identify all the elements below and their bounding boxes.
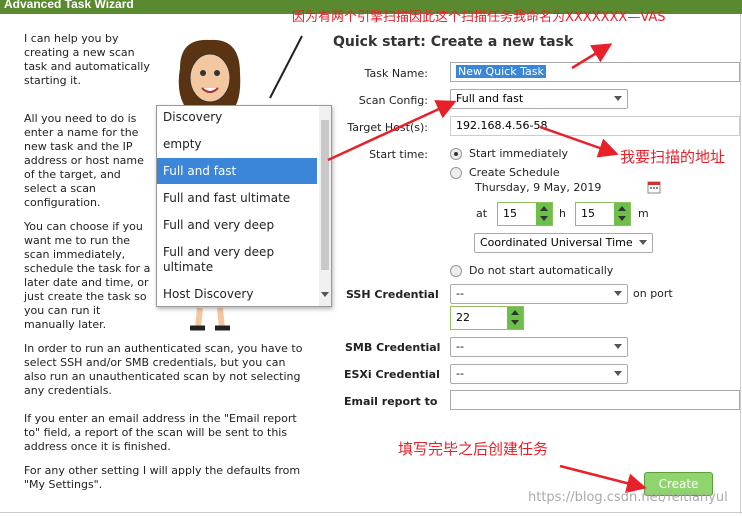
dropdown-option[interactable]: Host Discovery: [157, 287, 317, 302]
create-schedule-radio[interactable]: [450, 167, 462, 179]
timezone-value: Coordinated Universal Time: [480, 236, 633, 249]
ssh-credential-select[interactable]: --: [450, 284, 628, 304]
dropdown-option-selected[interactable]: Full and fast: [157, 158, 317, 184]
esxi-credential-select[interactable]: --: [450, 364, 628, 384]
minute-value: 15: [581, 207, 595, 220]
ssh-credential-label: SSH Credential: [346, 288, 439, 301]
schedule-date: Thursday, 9 May, 2019: [475, 181, 602, 194]
target-hosts-input[interactable]: 192.168.4.56-58: [450, 116, 740, 136]
window-title: Advanced Task Wizard: [4, 0, 134, 11]
annotation-top: 因为有两个引擎扫描因此这个扫描任务我命名为XXXXXXX—VAS: [292, 10, 666, 25]
scan-config-value: Full and fast: [456, 92, 524, 105]
task-name-label: Task Name:: [364, 67, 428, 80]
email-report-input[interactable]: [450, 390, 740, 410]
dropdown-option[interactable]: Full and fast ultimate: [157, 191, 317, 206]
timezone-select[interactable]: Coordinated Universal Time: [474, 233, 653, 253]
chevron-down-icon: [614, 96, 622, 101]
ssh-credential-value: --: [456, 287, 464, 300]
no-start-radio[interactable]: [450, 265, 462, 277]
chevron-down-icon: [639, 240, 647, 245]
divider: [740, 14, 741, 514]
hour-value: 15: [503, 207, 517, 220]
scroll-down-icon[interactable]: [321, 292, 329, 297]
spinner-buttons[interactable]: [536, 203, 552, 225]
scrollbar-thumb[interactable]: [321, 120, 329, 270]
hour-spinner[interactable]: 15: [497, 202, 553, 226]
target-hosts-label: Target Host(s):: [347, 121, 428, 134]
intro-paragraph-5: If you enter an email address in the "Em…: [24, 412, 297, 453]
arrow-down-icon[interactable]: [618, 216, 626, 221]
intro-paragraph-3: You can choose if you want me to run the…: [24, 220, 151, 331]
smb-credential-label: SMB Credential: [345, 341, 441, 354]
hours-unit-label: h: [559, 207, 566, 220]
arrow-up-icon[interactable]: [511, 310, 519, 315]
watermark: https://blog.csdn.net/feitianyul: [528, 490, 728, 505]
arrow-up-icon[interactable]: [540, 206, 548, 211]
port-spinner[interactable]: 22: [450, 306, 524, 330]
form-heading: Quick start: Create a new task: [333, 34, 574, 50]
dropdown-option[interactable]: empty: [157, 137, 317, 152]
on-port-label: on port: [633, 287, 673, 300]
esxi-credential-label: ESXi Credential: [344, 368, 440, 381]
target-hosts-value: 192.168.4.56-58: [456, 119, 548, 132]
start-immediately-label: Start immediately: [469, 147, 569, 160]
calendar-icon[interactable]: [647, 180, 661, 194]
scan-config-dropdown[interactable]: Discovery empty Full and fast Full and f…: [156, 105, 332, 307]
task-name-value: New Quick Task: [456, 65, 546, 78]
arrow-up-icon[interactable]: [618, 206, 626, 211]
email-report-label: Email report to: [344, 395, 438, 408]
arrow-down-icon[interactable]: [511, 320, 519, 325]
no-start-label: Do not start automatically: [469, 264, 614, 277]
intro-paragraph-1: I can help you by creating a new scan ta…: [24, 32, 150, 87]
minutes-unit-label: m: [638, 207, 649, 220]
task-name-input[interactable]: New Quick Task: [450, 62, 740, 82]
spinner-buttons[interactable]: [507, 307, 523, 329]
intro-paragraph-2: All you need to do is enter a name for t…: [24, 112, 144, 209]
intro-paragraph-4: In order to run an authenticated scan, y…: [24, 342, 303, 397]
dropdown-option[interactable]: Discovery: [157, 110, 317, 125]
smb-credential-select[interactable]: --: [450, 337, 628, 357]
port-value: 22: [456, 311, 470, 324]
minute-spinner[interactable]: 15: [575, 202, 631, 226]
scan-config-label: Scan Config:: [358, 94, 428, 107]
intro-paragraph-6: For any other setting I will apply the d…: [24, 464, 301, 491]
spinner-buttons[interactable]: [614, 203, 630, 225]
arrow-down-icon[interactable]: [540, 216, 548, 221]
dropdown-scrollbar[interactable]: [319, 106, 331, 306]
chevron-down-icon: [614, 291, 622, 296]
esxi-credential-value: --: [456, 367, 464, 380]
chevron-down-icon: [614, 371, 622, 376]
start-time-label: Start time:: [369, 148, 428, 161]
dropdown-option[interactable]: Full and very deep ultimate: [157, 245, 317, 275]
create-schedule-label: Create Schedule: [469, 166, 560, 179]
smb-credential-value: --: [456, 340, 464, 353]
arrow-icon: [559, 464, 647, 493]
scan-config-select[interactable]: Full and fast: [450, 89, 628, 109]
divider: [0, 512, 742, 513]
chevron-down-icon: [614, 344, 622, 349]
start-immediately-radio[interactable]: [450, 148, 462, 160]
annotation-create: 填写完毕之后创建任务: [398, 440, 549, 458]
dropdown-option[interactable]: Full and very deep: [157, 218, 317, 233]
at-label: at: [476, 207, 488, 220]
annotation-target: 我要扫描的地址: [620, 148, 726, 166]
